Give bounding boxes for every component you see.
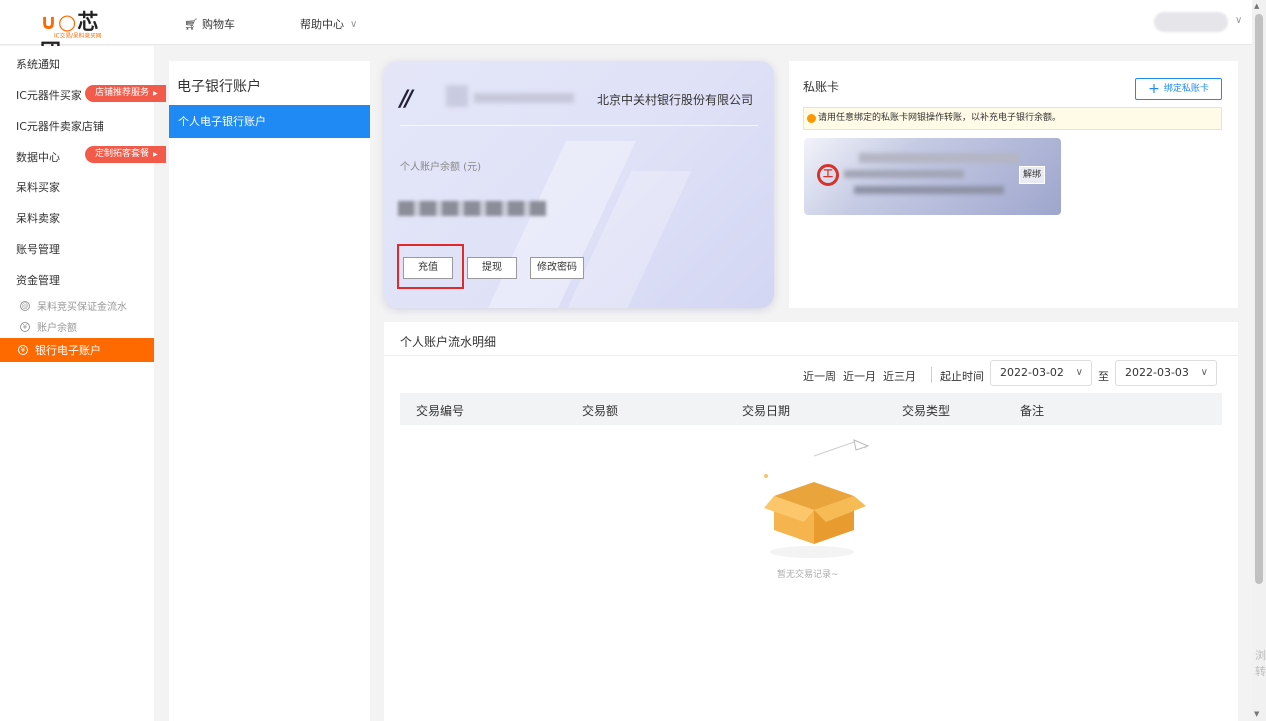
balance-label: 个人账户余额 (元) <box>400 162 481 173</box>
account-item-personal[interactable]: 个人电子银行账户 <box>169 105 370 138</box>
column-header: 交易编号 <box>416 404 465 418</box>
sidebar-item-ic-seller-store[interactable]: IC元器件卖家店铺 <box>16 118 104 134</box>
sidebar-item-data-center[interactable]: 数据中心 <box>16 149 60 165</box>
chevron-down-icon: ∨ <box>350 18 358 30</box>
sidebar-subitem-label: 呆料竞买保证金流水 <box>37 302 127 313</box>
masked-card-info <box>844 170 964 178</box>
scroll-thumb[interactable] <box>1255 14 1263 584</box>
balance-icon: ¥ <box>20 321 30 332</box>
sidebar-item-ic-buyer[interactable]: IC元器件买家 <box>16 87 82 103</box>
bind-card-button[interactable]: + 绑定私账卡 <box>1135 78 1222 100</box>
chevron-down-icon: ∨ <box>1200 367 1208 378</box>
sidebar-subitem-label: 账户余额 <box>37 323 77 334</box>
transactions-title: 个人账户流水明细 <box>400 335 497 349</box>
cart-label: 购物车 <box>201 18 235 31</box>
masked-balance <box>398 201 546 216</box>
logo[interactable]: ∪○芯团 IC交易/呆料竞买网 <box>40 6 120 64</box>
bank-account-card: // 北京中关村银行股份有限公司 个人账户余额 (元) 充值 提现 修改密码 <box>384 61 774 308</box>
filter-last-week[interactable]: 近一周 <box>803 368 836 384</box>
custom-package-tag[interactable]: 定制拓客套餐 <box>85 146 166 163</box>
private-card-panel: 私账卡 + 绑定私账卡 请用任意绑定的私账卡网银操作转账，以补充电子银行余额。 工… <box>789 61 1238 308</box>
account-list-panel: 电子银行账户 个人电子银行账户 <box>169 61 370 721</box>
help-center-menu[interactable]: 帮助中心 ∨ <box>300 16 357 32</box>
table-header-row: 交易编号 交易额 交易日期 交易类型 备注 <box>400 393 1222 425</box>
sidebar-subitem-account-balance[interactable]: ¥ 账户余额 <box>20 319 77 334</box>
chevron-down-icon: ∨ <box>1075 367 1083 378</box>
divider <box>931 367 932 383</box>
scroll-up-icon[interactable]: ▲ <box>1254 2 1259 10</box>
account-panel-title: 电子银行账户 <box>177 79 261 95</box>
sidebar-item-surplus-seller[interactable]: 呆料卖家 <box>16 210 60 226</box>
icbc-logo-icon: 工 <box>817 164 839 186</box>
filter-last-month[interactable]: 近一月 <box>843 368 876 384</box>
bank-name: 北京中关村银行股份有限公司 <box>597 93 754 107</box>
store-recommend-tag[interactable]: 店铺推荐服务 <box>85 85 166 102</box>
logo-subtitle: IC交易/呆料竞买网 <box>54 32 102 40</box>
date-range-label: 起止时间 <box>940 370 984 383</box>
column-header: 交易额 <box>582 404 619 418</box>
empty-box-icon <box>764 439 870 558</box>
end-date-value: 2022-03-03 <box>1125 366 1189 379</box>
bind-card-label: 绑定私账卡 <box>1163 84 1209 94</box>
unbind-button[interactable]: 解绑 <box>1019 166 1045 184</box>
recharge-button[interactable]: 充值 <box>403 257 453 279</box>
page-scrollbar[interactable]: ▲ ▼ <box>1252 0 1266 721</box>
bank-account-icon: ¥ <box>18 345 28 355</box>
scroll-down-icon[interactable]: ▼ <box>1254 710 1259 718</box>
help-label: 帮助中心 <box>300 18 344 31</box>
bank-logo-icon: // <box>400 87 413 112</box>
card-divider <box>400 125 758 126</box>
sun-icon <box>807 114 816 123</box>
column-header: 交易日期 <box>742 404 791 418</box>
user-avatar-blurred[interactable] <box>1154 12 1228 32</box>
sidebar: 系统通知 IC元器件买家 店铺推荐服务 IC元器件卖家店铺 数据中心 定制拓客套… <box>0 46 166 721</box>
start-date-select[interactable]: 2022-03-02 ∨ <box>990 360 1092 386</box>
cart-icon: 🛒︎ <box>184 17 198 31</box>
sidebar-item-bank-e-account[interactable]: ¥ 银行电子账户 <box>0 338 154 362</box>
notice-text: 请用任意绑定的私账卡网银操作转账，以补充电子银行余额。 <box>818 113 1062 123</box>
floating-edge-text[interactable]: 浏转 <box>1255 648 1266 680</box>
end-date-select[interactable]: 2022-03-03 ∨ <box>1115 360 1217 386</box>
bound-bank-card: 工 解绑 <box>804 138 1061 215</box>
plus-icon: + <box>1148 81 1160 97</box>
masked-account-info <box>446 85 468 107</box>
deposit-icon: @ <box>20 300 30 311</box>
sidebar-item-surplus-buyer[interactable]: 呆料买家 <box>16 179 60 195</box>
user-menu-chevron-icon[interactable]: ∨ <box>1235 15 1242 26</box>
transactions-panel: 个人账户流水明细 近一周 近一月 近三月 起止时间 2022-03-02 ∨ 至… <box>384 322 1238 721</box>
column-header: 备注 <box>1020 404 1045 418</box>
filter-last-three-months[interactable]: 近三月 <box>883 368 916 384</box>
withdraw-button[interactable]: 提现 <box>467 257 517 279</box>
sidebar-active-label: 银行电子账户 <box>35 344 101 357</box>
divider <box>384 355 1238 356</box>
cart-link[interactable]: 🛒︎ 购物车 <box>184 16 235 32</box>
private-card-title: 私账卡 <box>803 80 840 94</box>
masked-account-info <box>474 93 574 103</box>
to-label: 至 <box>1098 370 1109 383</box>
masked-card-info <box>859 153 1019 163</box>
masked-card-info <box>854 186 1004 194</box>
sidebar-item-system-notice[interactable]: 系统通知 <box>16 56 60 72</box>
empty-state-text: 暂无交易记录~ <box>777 570 839 580</box>
notice-bar: 请用任意绑定的私账卡网银操作转账，以补充电子银行余额。 <box>803 107 1222 130</box>
sidebar-item-fund-management[interactable]: 资金管理 <box>16 272 60 288</box>
start-date-value: 2022-03-02 <box>1000 366 1064 379</box>
change-password-button[interactable]: 修改密码 <box>530 257 584 279</box>
column-header: 交易类型 <box>902 404 951 418</box>
sidebar-subitem-deposit-flow[interactable]: @ 呆料竞买保证金流水 <box>20 298 127 313</box>
top-header: ∪○芯团 IC交易/呆料竞买网 🛒︎ 购物车 帮助中心 ∨ ∨ <box>0 0 1266 64</box>
sidebar-item-account-management[interactable]: 账号管理 <box>16 241 60 257</box>
